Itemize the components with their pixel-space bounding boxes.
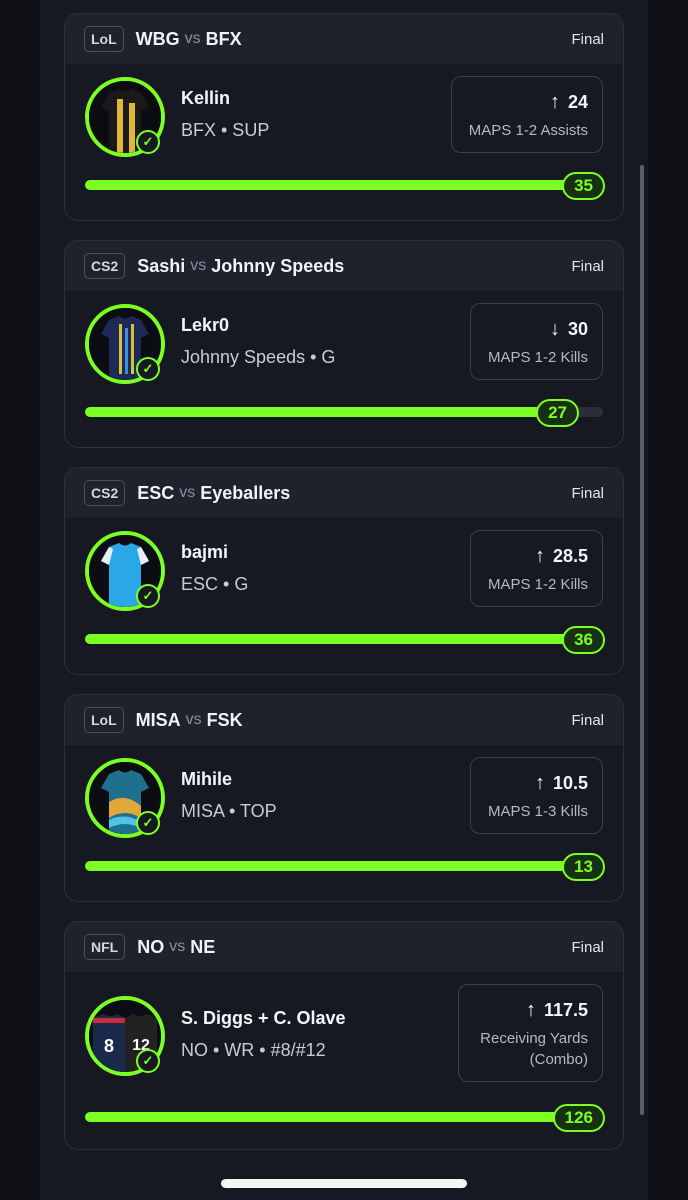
actual-value-badge: 126 [552, 1104, 605, 1132]
check-icon: ✓ [136, 811, 160, 835]
stat-label: Receiving Yards (Combo) [480, 1030, 588, 1068]
progress-fill [85, 1112, 603, 1122]
vs-label: vs [184, 30, 201, 47]
jersey-number-1: 8 [104, 1036, 114, 1056]
prop-line: ↓ 30 [485, 318, 588, 341]
prop-card[interactable]: NFL NO vs NE Final 8 12 ✓ S. Diggs + C. … [64, 921, 624, 1150]
line-value: 28.5 [552, 546, 588, 566]
prop-line: ↑ 24 [466, 91, 588, 114]
prop-card[interactable]: LoL MISA vs FSK Final ✓ Mihile MISA • TO… [64, 694, 624, 902]
arrow-up-icon: ↑ [534, 545, 545, 567]
prop-card[interactable]: CS2 Sashi vs Johnny Speeds Final ✓ Lekr0… [64, 240, 624, 448]
check-icon: ✓ [136, 357, 160, 381]
prop-line-box[interactable]: ↑ 117.5 Receiving Yards (Combo) [458, 984, 603, 1082]
team-home: NO [137, 936, 165, 957]
check-icon: ✓ [136, 584, 160, 608]
prop-line: ↑ 28.5 [485, 545, 588, 568]
progress-track: 126 [85, 1104, 605, 1132]
match-header: CS2 Sashi vs Johnny Speeds Final [65, 241, 623, 291]
home-indicator[interactable] [221, 1179, 467, 1188]
check-icon: ✓ [136, 1049, 160, 1073]
team-home: Sashi [137, 255, 186, 276]
league-badge: CS2 [84, 253, 126, 279]
match-status: Final [571, 257, 604, 275]
scrollbar[interactable] [640, 165, 644, 1115]
team-away: Eyeballers [200, 482, 291, 503]
line-value: 117.5 [543, 1000, 588, 1020]
progress-fill [85, 634, 603, 644]
team-away: NE [190, 936, 216, 957]
prop-line-box[interactable]: ↓ 30 MAPS 1-2 Kills [470, 303, 603, 380]
team-away: FSK [206, 709, 243, 730]
progress-track: 13 [85, 853, 605, 881]
player-name: Lekr0 [181, 315, 230, 335]
progress-track: 36 [85, 626, 605, 654]
progress-fill [85, 407, 552, 417]
player-name: Kellin [181, 88, 231, 108]
vs-label: vs [190, 257, 207, 274]
team-home: MISA [135, 709, 181, 730]
vs-label: vs [179, 484, 196, 501]
team-away: BFX [205, 28, 242, 49]
progress-fill [85, 861, 603, 871]
line-value: 30 [567, 319, 588, 339]
player-name: Mihile [181, 769, 233, 789]
match-status: Final [571, 711, 604, 729]
actual-value-badge: 13 [562, 853, 605, 881]
stat-label: MAPS 1-2 Kills [487, 576, 588, 593]
prop-line-box[interactable]: ↑ 10.5 MAPS 1-3 Kills [470, 757, 603, 834]
arrow-up-icon: ↑ [525, 999, 536, 1021]
match-status: Final [571, 30, 604, 48]
arrow-up-icon: ↑ [534, 772, 545, 794]
team-home: ESC [137, 482, 175, 503]
line-value: 24 [567, 92, 588, 112]
team-away: Johnny Speeds [211, 255, 345, 276]
league-badge: LoL [84, 26, 124, 52]
match-status: Final [571, 938, 604, 956]
line-value: 10.5 [552, 773, 588, 793]
progress-fill [85, 180, 603, 190]
league-badge: NFL [84, 934, 126, 960]
player-name: bajmi [181, 542, 229, 562]
actual-value-badge: 36 [562, 626, 605, 654]
arrow-down-icon: ↓ [549, 318, 560, 340]
progress-track: 35 [85, 172, 605, 200]
match-header: LoL MISA vs FSK Final [65, 695, 623, 745]
match-header: LoL WBG vs BFX Final [65, 14, 623, 64]
stat-label: MAPS 1-2 Kills [487, 349, 588, 366]
match-header: NFL NO vs NE Final [65, 922, 623, 972]
prop-card[interactable]: CS2 ESC vs Eyeballers Final ✓ bajmi ESC … [64, 467, 624, 675]
player-meta: BFX • SUP [181, 120, 270, 140]
arrow-up-icon: ↑ [549, 91, 560, 113]
vs-label: vs [185, 711, 202, 728]
stat-label: MAPS 1-3 Kills [487, 803, 588, 820]
prop-line: ↑ 10.5 [485, 772, 588, 795]
league-badge: LoL [84, 707, 124, 733]
actual-value-badge: 27 [536, 399, 579, 427]
check-icon: ✓ [136, 130, 160, 154]
player-name: S. Diggs + C. Olave [181, 1008, 346, 1028]
progress-track: 27 [85, 399, 603, 427]
player-meta: Johnny Speeds • G [181, 347, 336, 367]
prop-line: ↑ 117.5 [473, 999, 588, 1022]
match-header: CS2 ESC vs Eyeballers Final [65, 468, 623, 518]
stat-label: MAPS 1-2 Assists [468, 122, 588, 139]
player-meta: MISA • TOP [181, 801, 277, 821]
actual-value-badge: 35 [562, 172, 605, 200]
player-meta: NO • WR • #8/#12 [181, 1040, 326, 1060]
vs-label: vs [169, 938, 186, 955]
league-badge: CS2 [84, 480, 126, 506]
prop-card[interactable]: LoL WBG vs BFX Final ✓ Kellin BFX • SUP … [64, 13, 624, 221]
match-status: Final [571, 484, 604, 502]
prop-line-box[interactable]: ↑ 24 MAPS 1-2 Assists [451, 76, 603, 153]
team-home: WBG [135, 28, 180, 49]
player-meta: ESC • G [181, 574, 249, 594]
prop-line-box[interactable]: ↑ 28.5 MAPS 1-2 Kills [470, 530, 603, 607]
